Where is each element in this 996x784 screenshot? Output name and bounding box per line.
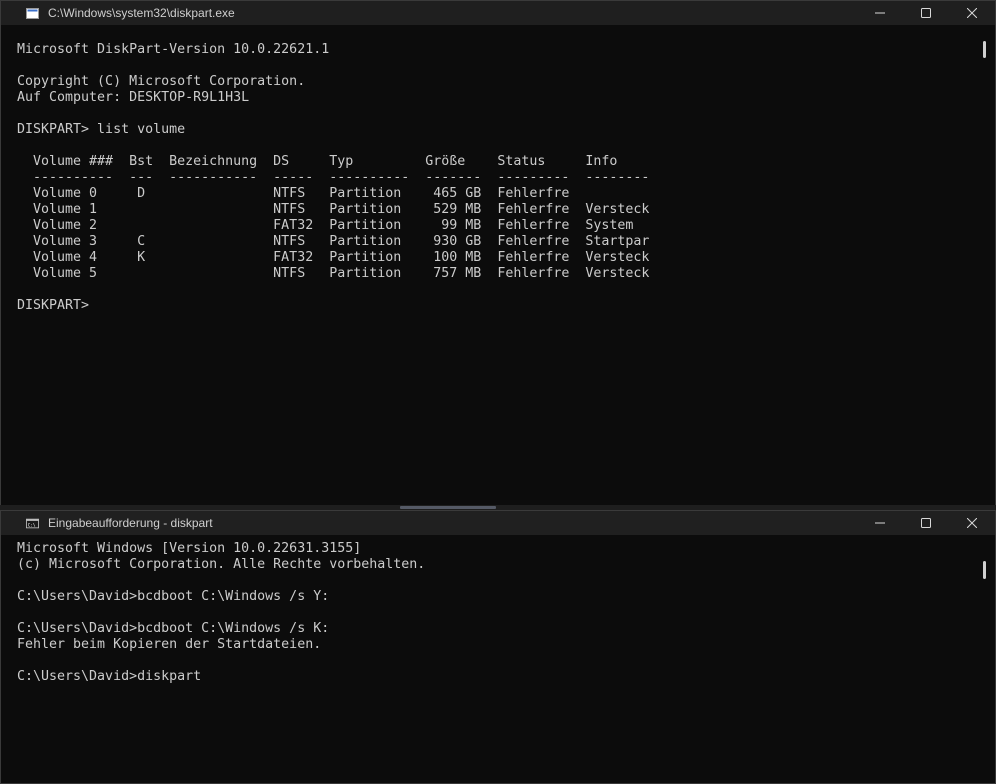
close-icon bbox=[967, 8, 977, 18]
console-line: DISKPART> bbox=[17, 298, 90, 313]
scroll-thumb[interactable] bbox=[983, 561, 986, 579]
diskpart-window[interactable]: C:\Windows\system32\diskpart.exe Microso… bbox=[0, 0, 996, 506]
maximize-button[interactable] bbox=[903, 511, 949, 535]
console-line: C:\Users\David>bcdboot C:\Windows /s Y: bbox=[17, 589, 330, 604]
close-icon bbox=[967, 518, 977, 528]
svg-text:C:\: C:\ bbox=[28, 522, 36, 528]
vertical-scrollbar[interactable] bbox=[977, 25, 995, 505]
command-prompt-console-output[interactable]: Microsoft Windows [Version 10.0.22631.31… bbox=[17, 541, 975, 685]
command-prompt-icon: C:\ bbox=[26, 518, 39, 529]
console-line: DISKPART> list volume bbox=[17, 122, 186, 137]
maximize-icon bbox=[921, 518, 931, 528]
scroll-thumb[interactable] bbox=[983, 41, 986, 58]
console-line: Volume 5 NTFS Partition 757 MB Fehlerfre… bbox=[17, 266, 650, 281]
command-prompt-window[interactable]: C:\ Eingabeaufforderung - diskpart Micro… bbox=[0, 510, 996, 784]
console-line: C:\Users\David>bcdboot C:\Windows /s K: bbox=[17, 621, 330, 636]
minimize-button[interactable] bbox=[857, 511, 903, 535]
minimize-icon bbox=[875, 522, 885, 524]
diskpart-titlebar[interactable]: C:\Windows\system32\diskpart.exe bbox=[1, 1, 995, 25]
caption-buttons bbox=[857, 511, 995, 535]
vertical-scrollbar[interactable] bbox=[977, 535, 995, 783]
console-line: Microsoft Windows [Version 10.0.22631.31… bbox=[17, 541, 362, 556]
console-line: Auf Computer: DESKTOP-R9L1H3L bbox=[17, 90, 250, 105]
splitter-grip[interactable] bbox=[400, 506, 496, 509]
console-line: ---------- --- ----------- ----- -------… bbox=[17, 170, 650, 185]
minimize-button[interactable] bbox=[857, 1, 903, 25]
window-title: C:\Windows\system32\diskpart.exe bbox=[48, 6, 235, 20]
console-line: Volume 1 NTFS Partition 529 MB Fehlerfre… bbox=[17, 202, 650, 217]
console-line: (c) Microsoft Corporation. Alle Rechte v… bbox=[17, 557, 426, 572]
console-line: Volume 3 C NTFS Partition 930 GB Fehlerf… bbox=[17, 234, 650, 249]
console-line: Volume 0 D NTFS Partition 465 GB Fehlerf… bbox=[17, 186, 570, 201]
console-line: Volume 4 K FAT32 Partition 100 MB Fehler… bbox=[17, 250, 650, 265]
close-button[interactable] bbox=[949, 1, 995, 25]
console-line: Microsoft DiskPart-Version 10.0.22621.1 bbox=[17, 42, 330, 57]
console-line: Copyright (C) Microsoft Corporation. bbox=[17, 74, 306, 89]
minimize-icon bbox=[875, 12, 885, 14]
close-button[interactable] bbox=[949, 511, 995, 535]
console-window-icon bbox=[26, 7, 39, 19]
caption-buttons bbox=[857, 1, 995, 25]
maximize-icon bbox=[921, 8, 931, 18]
diskpart-console-output[interactable]: Microsoft DiskPart-Version 10.0.22621.1 … bbox=[17, 42, 975, 314]
console-line: Volume 2 FAT32 Partition 99 MB Fehlerfre… bbox=[17, 218, 634, 233]
command-prompt-titlebar[interactable]: C:\ Eingabeaufforderung - diskpart bbox=[1, 511, 995, 535]
maximize-button[interactable] bbox=[903, 1, 949, 25]
window-title: Eingabeaufforderung - diskpart bbox=[48, 516, 213, 530]
console-line: C:\Users\David>diskpart bbox=[17, 669, 202, 684]
console-line: Fehler beim Kopieren der Startdateien. bbox=[17, 637, 322, 652]
console-line: Volume ### Bst Bezeichnung DS Typ Größe … bbox=[17, 154, 618, 169]
